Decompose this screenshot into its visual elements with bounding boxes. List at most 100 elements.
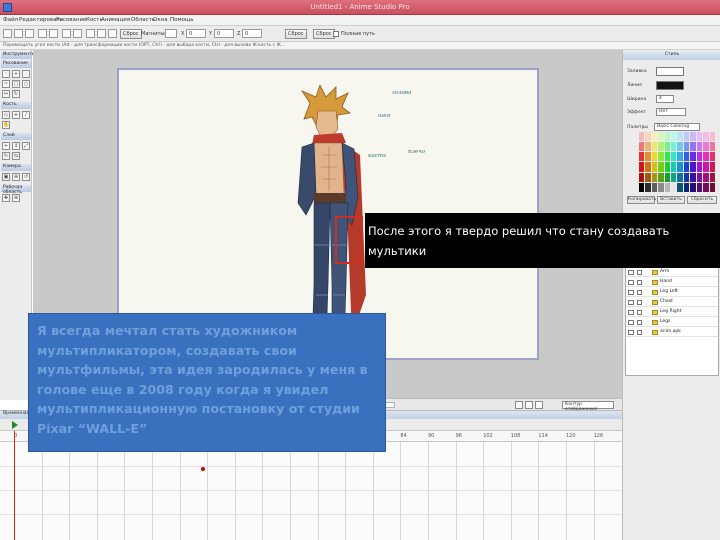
palette-swatch[interactable]	[709, 152, 715, 162]
view-toggle-icon-2[interactable]	[525, 401, 533, 409]
palette-swatch[interactable]	[696, 182, 703, 192]
layer-row[interactable]: Hand	[626, 278, 718, 287]
palette-swatch[interactable]	[645, 172, 651, 182]
palette-swatch[interactable]	[664, 132, 671, 142]
palette-swatch[interactable]	[658, 152, 664, 162]
z-field[interactable]: 0	[242, 29, 262, 38]
layer-row[interactable]: Leg Right	[626, 308, 718, 317]
palette-swatch[interactable]	[677, 142, 683, 152]
translate-bone-icon[interactable]: +	[12, 111, 20, 119]
layer-checkbox[interactable]	[637, 310, 642, 315]
swatches-dropdown[interactable]: Basic Coloring	[654, 123, 700, 131]
palette-swatch[interactable]	[651, 142, 658, 152]
palette-swatch[interactable]	[664, 172, 671, 182]
open-file-icon[interactable]	[14, 29, 23, 38]
palette-swatch[interactable]	[703, 172, 709, 182]
flip-layer-icon[interactable]: ⇆	[12, 152, 20, 160]
palette-swatch[interactable]	[639, 172, 645, 182]
palette-swatch[interactable]	[703, 152, 709, 162]
eye-icon[interactable]	[628, 280, 634, 285]
redo-icon[interactable]	[49, 29, 58, 38]
eye-icon[interactable]	[628, 300, 634, 305]
set-origin-icon[interactable]: +	[2, 142, 10, 150]
y-field[interactable]: 0	[214, 29, 234, 38]
palette-swatch[interactable]	[683, 162, 690, 172]
add-bone-icon[interactable]: /	[22, 111, 30, 119]
palette-swatch[interactable]	[690, 152, 696, 162]
bone-label-shoulder[interactable]: плечо	[408, 149, 425, 155]
palette-swatch[interactable]	[683, 132, 690, 142]
preview-icon[interactable]	[73, 29, 82, 38]
oval-icon[interactable]: ○	[22, 80, 30, 88]
full-path-checkbox[interactable]	[333, 31, 339, 37]
scale-layer-icon[interactable]: ⤢	[22, 142, 30, 150]
layer-row[interactable]: Leg Left	[626, 288, 718, 297]
fill-color-swatch[interactable]	[656, 67, 684, 76]
palette-swatch[interactable]	[639, 132, 645, 142]
palette-swatch[interactable]	[658, 132, 664, 142]
palette-swatch[interactable]	[651, 132, 658, 142]
track-camera-icon[interactable]: ▣	[2, 173, 10, 181]
reset-button-1[interactable]: Сброс	[120, 29, 142, 39]
palette-swatch[interactable]	[703, 142, 709, 152]
palette-swatch[interactable]	[677, 172, 683, 182]
palette-swatch[interactable]	[658, 172, 664, 182]
eye-icon[interactable]	[628, 310, 634, 315]
palette-swatch[interactable]	[683, 142, 690, 152]
reset-button-2[interactable]: Сброс	[285, 29, 307, 39]
palette-swatch[interactable]	[645, 182, 651, 192]
eye-icon[interactable]	[628, 330, 634, 335]
palette-swatch[interactable]	[651, 172, 658, 182]
palette-swatch[interactable]	[671, 142, 677, 152]
palette-swatch[interactable]	[696, 142, 703, 152]
scale-points-icon[interactable]: ↔	[2, 90, 10, 98]
palette-swatch[interactable]	[690, 162, 696, 172]
undo-icon[interactable]	[38, 29, 47, 38]
play-icon[interactable]	[12, 421, 18, 429]
palette-swatch[interactable]	[658, 142, 664, 152]
palette-swatch[interactable]	[703, 162, 709, 172]
translate-points-icon[interactable]: +	[12, 70, 20, 78]
palette-swatch[interactable]	[639, 182, 645, 192]
view-toggle-icon-3[interactable]	[535, 401, 543, 409]
palette-swatch[interactable]	[664, 142, 671, 152]
layer-checkbox[interactable]	[637, 330, 642, 335]
layer-row[interactable]: Arm	[626, 268, 718, 277]
bone-label-neck[interactable]: шея	[378, 113, 390, 119]
rotate-points-icon[interactable]: ↻	[12, 90, 20, 98]
palette-swatch[interactable]	[651, 152, 658, 162]
palette-swatch[interactable]	[645, 152, 651, 162]
palette-swatch[interactable]	[683, 152, 690, 162]
palette-swatch[interactable]	[671, 172, 677, 182]
eye-icon[interactable]	[628, 270, 634, 275]
width-field[interactable]: 4	[656, 95, 674, 103]
rotate-icon[interactable]	[97, 29, 106, 38]
bone-label-hand[interactable]: кисть	[368, 153, 386, 159]
palette-swatch[interactable]	[683, 172, 690, 182]
palette-swatch[interactable]	[671, 132, 677, 142]
palette-swatch[interactable]	[639, 162, 645, 172]
freehand-icon[interactable]: ~	[2, 80, 10, 88]
palette-swatch[interactable]	[664, 152, 671, 162]
layer-row[interactable]: anim apk	[626, 328, 718, 337]
palette-swatch[interactable]	[651, 162, 658, 172]
roll-camera-icon[interactable]: ↺	[22, 173, 30, 181]
color-palette[interactable]	[639, 132, 715, 192]
eye-icon[interactable]	[628, 290, 634, 295]
palette-swatch[interactable]	[645, 142, 651, 152]
menu-scope[interactable]: Область	[131, 17, 155, 23]
palette-swatch[interactable]	[709, 162, 715, 172]
layer-checkbox[interactable]	[637, 270, 642, 275]
palette-swatch[interactable]	[709, 172, 715, 182]
palette-swatch[interactable]	[677, 132, 683, 142]
palette-swatch[interactable]	[671, 182, 677, 192]
palette-swatch[interactable]	[696, 132, 703, 142]
palette-swatch[interactable]	[696, 172, 703, 182]
x-field[interactable]: 0	[186, 29, 206, 38]
menu-draw[interactable]: Рисование	[56, 17, 86, 23]
palette-swatch[interactable]	[690, 132, 696, 142]
palette-swatch[interactable]	[696, 152, 703, 162]
palette-swatch[interactable]	[703, 132, 709, 142]
palette-swatch[interactable]	[671, 162, 677, 172]
palette-swatch[interactable]	[709, 182, 715, 192]
